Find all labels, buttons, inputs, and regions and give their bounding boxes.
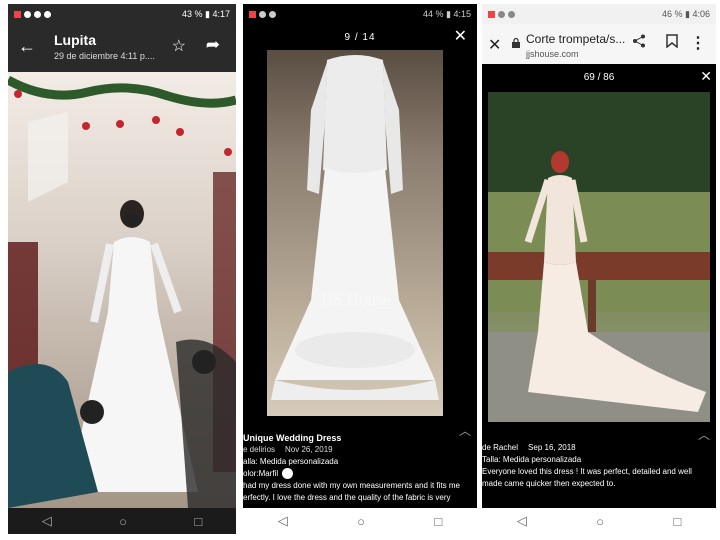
nav-recents-icon[interactable]: □	[194, 514, 202, 529]
review-dress-photo	[488, 92, 710, 422]
review-body: Everyone loved this dress ! It was perfe…	[482, 467, 692, 488]
android-nav-bar: ◁ ○ □	[8, 508, 236, 534]
image-counter: 69 / 86	[583, 72, 615, 83]
status-right: 44 % ▮ 4:15	[423, 8, 471, 19]
viewer-header: ← Lupita 29 de diciembre 4:11 p.... ☆ ➦	[8, 24, 236, 72]
close-icon[interactable]: ✕	[700, 68, 712, 85]
back-arrow-icon[interactable]: ←	[18, 36, 36, 57]
review-body: had my dress done with my own measuremen…	[243, 481, 460, 502]
notification-icon	[259, 10, 266, 18]
page-title: Corte trompeta/s...	[526, 32, 626, 46]
notification-icon	[488, 10, 495, 18]
notification-icon	[34, 10, 41, 18]
review-color: olor:Marfil	[243, 468, 477, 480]
review-meta: de Rachel Sep 16, 2018	[482, 442, 708, 454]
image-gallery-overlay: 69 / 86 ✕ ︿ de Rachel Sep 16, 2018 Talla:…	[482, 64, 716, 508]
review-meta: e delirios Nov 26, 2019	[243, 444, 477, 456]
status-bar: 43 % ▮ 4:17	[8, 4, 236, 24]
dress-fitting-illustration	[8, 76, 236, 508]
notification-icon	[44, 10, 51, 18]
status-right: 43 % ▮ 4:17	[182, 8, 230, 19]
nav-back-icon[interactable]: ◁	[42, 513, 52, 529]
phone-screenshot-browser-gallery: 46 % ▮ 4:06 ✕ Corte trompeta/s... jjshou…	[482, 4, 716, 534]
notification-icon	[14, 10, 21, 18]
nav-home-icon[interactable]: ○	[119, 514, 127, 529]
close-icon[interactable]: ✕	[454, 26, 467, 46]
review-size: alla: Medida personalizada	[243, 457, 339, 466]
nav-home-icon[interactable]: ○	[357, 514, 365, 529]
review-size: Talla: Medida personalizada	[482, 455, 582, 464]
review-date: Nov 26, 2019	[285, 445, 333, 454]
lace-dress-illustration	[271, 55, 439, 400]
outdoor-dress-illustration	[488, 92, 710, 422]
message-date: 29 de diciembre 4:11 p....	[54, 51, 155, 61]
notification-icon	[269, 10, 276, 18]
review-text-block: Unique Wedding Dress e delirios Nov 26, 2…	[243, 432, 477, 504]
notification-icon	[508, 10, 515, 18]
review-date: Sep 16, 2018	[528, 443, 576, 452]
lock-icon	[512, 37, 520, 50]
review-color-label: olor:Marfil	[243, 469, 279, 478]
status-bar: 44 % ▮ 4:15	[243, 4, 477, 24]
notification-icon	[498, 10, 505, 18]
phone-screenshot-photo-viewer: 43 % ▮ 4:17 ← Lupita 29 de diciembre 4:1…	[8, 4, 236, 534]
nav-back-icon[interactable]: ◁	[278, 513, 288, 529]
nav-recents-icon[interactable]: □	[434, 514, 442, 529]
review-text-block: de Rachel Sep 16, 2018 Talla: Medida pers…	[482, 442, 716, 490]
page-url[interactable]: jjshouse.com	[526, 49, 579, 59]
bookmark-icon[interactable]	[666, 34, 678, 52]
watermark-text: JJS House	[319, 290, 391, 309]
star-icon[interactable]: ☆	[172, 36, 186, 56]
share-icon[interactable]: ➦	[206, 35, 220, 55]
review-title: Unique Wedding Dress	[243, 433, 342, 443]
dress-fitting-photo	[8, 72, 236, 508]
nav-recents-icon[interactable]: □	[673, 514, 681, 529]
contact-name: Lupita	[54, 32, 96, 48]
notification-icon	[24, 10, 31, 18]
android-nav-bar: ◁ ○ □	[243, 508, 477, 534]
review-dress-photo: JJS House	[267, 50, 443, 416]
review-author: de Rachel	[482, 443, 519, 452]
browser-toolbar: ✕ Corte trompeta/s... jjshouse.com ⋮	[482, 24, 716, 64]
share-icon[interactable]	[632, 34, 646, 52]
phone-screenshot-review-gallery: 44 % ▮ 4:15 9 / 14 ✕ JJS House ︿ Unique …	[243, 4, 477, 534]
nav-home-icon[interactable]: ○	[596, 514, 604, 529]
notification-icon	[249, 10, 256, 18]
chevron-up-icon[interactable]: ︿	[698, 426, 710, 443]
image-counter: 9 / 14	[344, 32, 376, 43]
android-nav-bar: ◁ ○ □	[482, 508, 716, 534]
review-author: e delirios	[243, 445, 276, 454]
more-options-icon[interactable]: ⋮	[690, 33, 706, 53]
status-bar: 46 % ▮ 4:06	[482, 4, 716, 24]
close-icon[interactable]: ✕	[488, 35, 501, 55]
status-right: 46 % ▮ 4:06	[662, 8, 710, 19]
nav-back-icon[interactable]: ◁	[517, 513, 527, 529]
color-swatch	[282, 468, 294, 480]
